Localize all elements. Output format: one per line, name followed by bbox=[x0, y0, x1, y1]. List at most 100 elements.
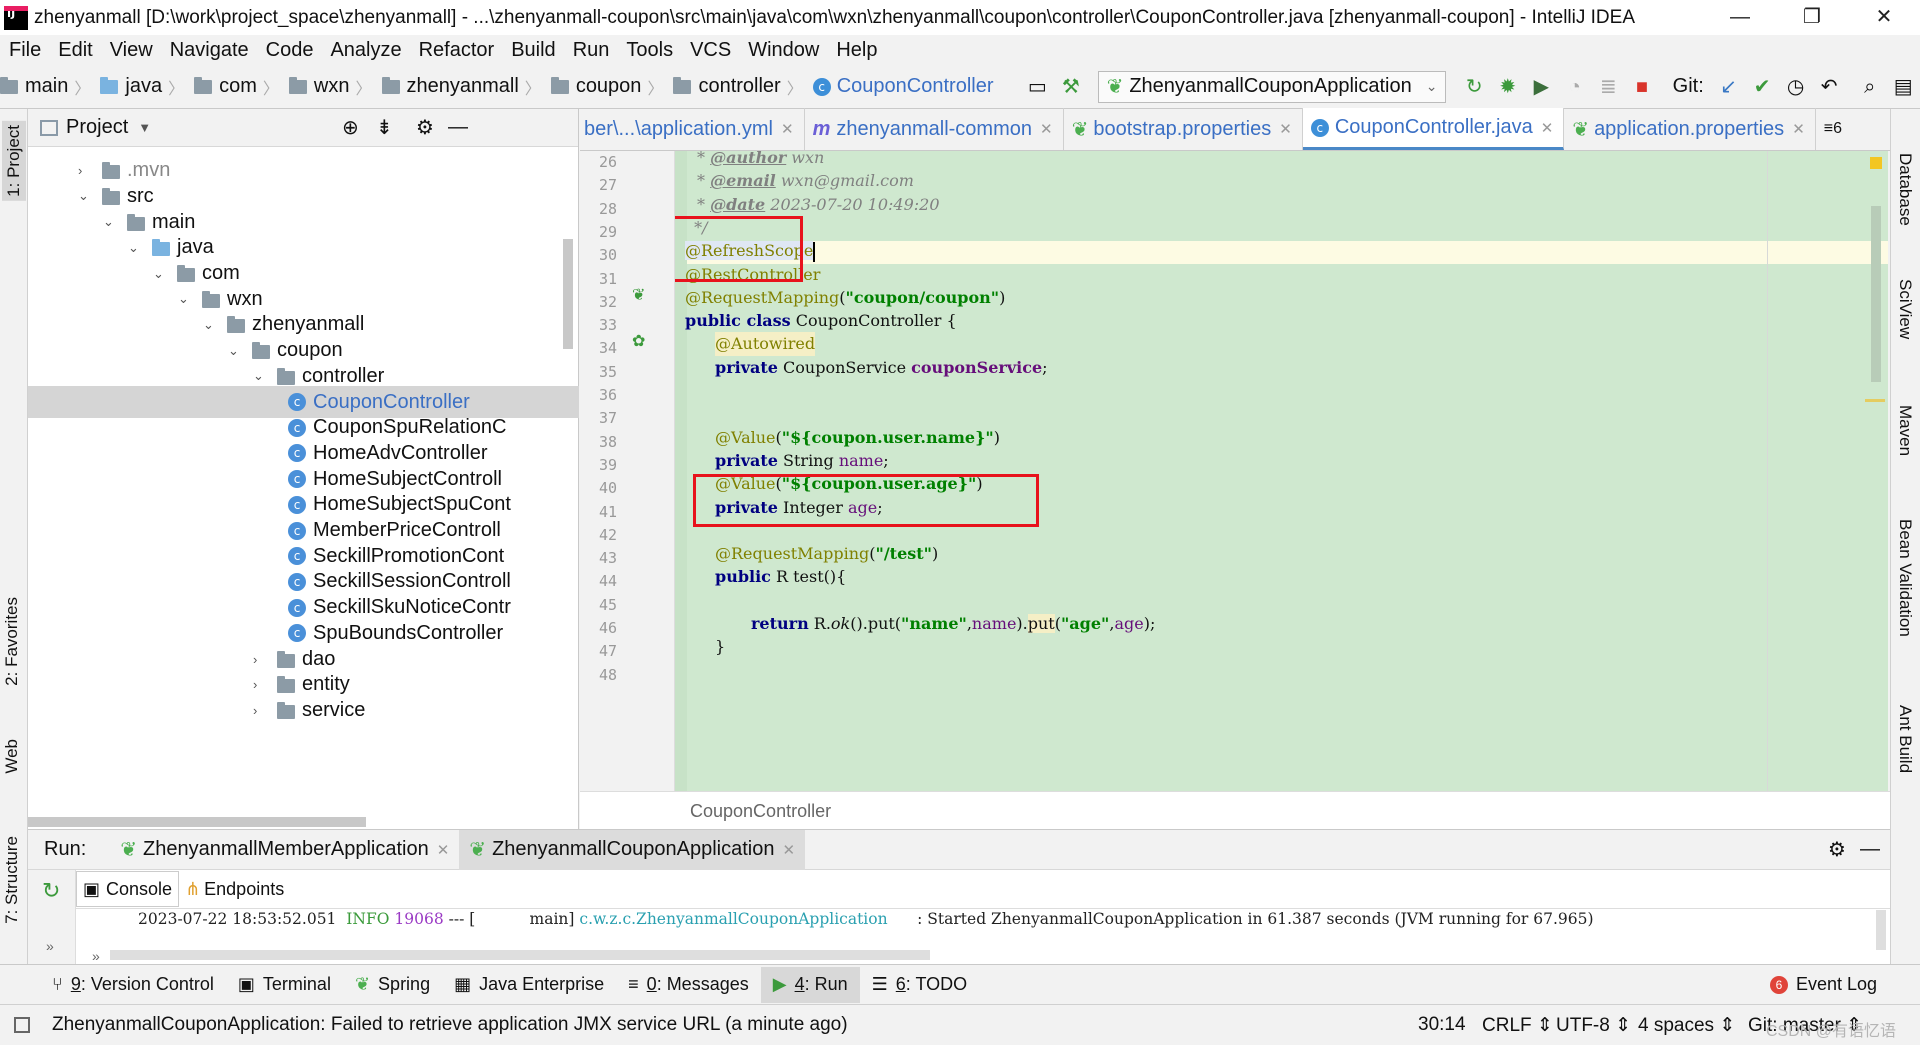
gear-icon[interactable]: ⚙ bbox=[1828, 837, 1846, 862]
console-vscrollbar[interactable] bbox=[1876, 910, 1886, 950]
tab-zhenyanmall-common[interactable]: m zhenyanmall-common ✕ bbox=[805, 108, 1064, 150]
project-structure-icon[interactable]: ▭ bbox=[1028, 75, 1048, 99]
ant-build-tool-tab[interactable]: Ant Build bbox=[1895, 705, 1915, 773]
close-icon[interactable]: ✕ bbox=[781, 120, 794, 138]
structure-tool-tab[interactable]: 7: Structure bbox=[2, 836, 22, 924]
menu-code[interactable]: Code bbox=[266, 39, 314, 62]
database-tool-tab[interactable]: Database bbox=[1895, 153, 1915, 226]
sciview-tool-tab[interactable]: SciView bbox=[1895, 279, 1915, 339]
close-icon[interactable]: ✕ bbox=[437, 841, 450, 859]
chevron-down-icon[interactable]: ⌄ bbox=[103, 214, 117, 230]
crumb-current-class[interactable]: c CouponController bbox=[812, 75, 994, 98]
chevron-right-icon[interactable]: › bbox=[253, 703, 267, 718]
menu-help[interactable]: Help bbox=[836, 39, 877, 62]
crumb-com[interactable]: com 〉 bbox=[194, 75, 279, 99]
java-enterprise-tool[interactable]: ▦ Java Enterprise bbox=[442, 967, 616, 1003]
gear-icon[interactable]: ⚙ bbox=[416, 115, 434, 140]
terminal-tool[interactable]: ▣ Terminal bbox=[226, 967, 343, 1003]
search-icon[interactable]: ⌕ bbox=[1860, 75, 1880, 99]
more-icon[interactable]: » bbox=[46, 938, 54, 954]
bean-validation-tool-tab[interactable]: Bean Validation bbox=[1895, 519, 1915, 637]
close-icon[interactable]: ✕ bbox=[1279, 120, 1292, 138]
run-configuration-select[interactable]: ❦ ZhenyanmallCouponApplication ⌄ bbox=[1097, 70, 1447, 103]
close-button[interactable]: ✕ bbox=[1848, 0, 1920, 35]
project-view-select[interactable]: Project bbox=[66, 116, 128, 139]
more-icon[interactable]: » bbox=[92, 948, 100, 964]
menu-refactor[interactable]: Refactor bbox=[419, 39, 495, 62]
file-encoding[interactable]: UTF-8 ⇕ bbox=[1556, 1014, 1631, 1037]
chevron-down-icon[interactable]: ⌄ bbox=[153, 266, 167, 282]
crumb-wxn[interactable]: wxn 〉 bbox=[288, 75, 372, 99]
minimize-button[interactable]: — bbox=[1704, 0, 1776, 35]
menu-build[interactable]: Build bbox=[511, 39, 555, 62]
menu-edit[interactable]: Edit bbox=[58, 39, 92, 62]
chevron-right-icon[interactable]: › bbox=[78, 163, 92, 178]
rerun-icon[interactable]: ↻ bbox=[1464, 75, 1484, 99]
rerun-icon[interactable]: ↻ bbox=[42, 878, 60, 904]
collapse-icon[interactable]: ⇟ bbox=[376, 115, 393, 140]
git-rollback-icon[interactable]: ↶ bbox=[1819, 75, 1839, 99]
caret-position[interactable]: 30:14 bbox=[1418, 1014, 1466, 1036]
chevron-down-icon[interactable]: ⌄ bbox=[253, 368, 267, 384]
tab-overflow-button[interactable]: ≡6 bbox=[1816, 108, 1850, 150]
menu-vcs[interactable]: VCS bbox=[690, 39, 731, 62]
crumb-main[interactable]: main 〉 bbox=[0, 75, 90, 99]
breadcrumb-class[interactable]: CouponController bbox=[690, 801, 831, 822]
menu-file[interactable]: File bbox=[9, 39, 41, 62]
autowired-gutter-icon[interactable]: ✿ bbox=[632, 331, 645, 351]
stop-icon[interactable]: ■ bbox=[1632, 75, 1652, 99]
tab-coupon-controller[interactable]: c CouponController.java ✕ bbox=[1302, 108, 1565, 150]
chevron-down-icon[interactable]: ⌄ bbox=[128, 240, 142, 256]
chevron-right-icon[interactable]: › bbox=[253, 652, 267, 667]
profile-icon[interactable]: ◔ bbox=[1565, 75, 1585, 99]
menu-view[interactable]: View bbox=[110, 39, 153, 62]
editor-scrollbar[interactable] bbox=[1871, 206, 1881, 382]
hide-icon[interactable]: — bbox=[1860, 838, 1880, 861]
crumb-controller[interactable]: controller 〉 bbox=[673, 75, 803, 99]
debug-icon[interactable]: ✹ bbox=[1498, 75, 1518, 99]
menu-navigate[interactable]: Navigate bbox=[170, 39, 249, 62]
console-hscrollbar[interactable] bbox=[110, 950, 930, 960]
close-icon[interactable]: ✕ bbox=[1792, 120, 1805, 138]
close-icon[interactable]: ✕ bbox=[782, 841, 795, 859]
project-settings-icon[interactable]: ▤ bbox=[1893, 75, 1913, 99]
build-hammer-icon[interactable]: ⚒ bbox=[1061, 75, 1081, 99]
spring-tool[interactable]: ❦ Spring bbox=[343, 967, 442, 1003]
menu-tools[interactable]: Tools bbox=[626, 39, 673, 62]
version-control-tool[interactable]: ⑂ 9: Version Control bbox=[40, 967, 226, 1003]
web-tool-tab[interactable]: Web bbox=[2, 739, 22, 774]
crumb-zhenyanmall[interactable]: zhenyanmall 〉 bbox=[381, 75, 541, 99]
run-tool[interactable]: ▶ 4: Run bbox=[760, 966, 860, 1003]
status-toggle-icon[interactable] bbox=[14, 1017, 30, 1033]
run-tab-coupon[interactable]: ❦ ZhenyanmallCouponApplication ✕ bbox=[459, 829, 806, 870]
git-history-icon[interactable]: ◷ bbox=[1786, 75, 1806, 99]
favorites-tool-tab[interactable]: 2: Favorites bbox=[2, 597, 22, 686]
locate-icon[interactable]: ⊕ bbox=[342, 115, 359, 140]
status-message[interactable]: ZhenyanmallCouponApplication: Failed to … bbox=[52, 1014, 848, 1036]
project-tool-tab[interactable]: 1: Project bbox=[2, 121, 26, 201]
run-tab-member[interactable]: ❦ ZhenyanmallMemberApplication ✕ bbox=[110, 830, 459, 870]
close-icon[interactable]: ✕ bbox=[1541, 119, 1554, 137]
hide-icon[interactable]: — bbox=[448, 116, 468, 139]
chevron-down-icon[interactable]: ▼ bbox=[138, 120, 151, 135]
line-separator[interactable]: CRLF ⇕ bbox=[1482, 1014, 1553, 1037]
tab-application-yml[interactable]: ber\...\application.yml ✕ bbox=[580, 108, 805, 150]
messages-tool[interactable]: ≡ 0: Messages bbox=[616, 967, 761, 1003]
chevron-down-icon[interactable]: ⌄ bbox=[203, 317, 217, 333]
indent-setting[interactable]: 4 spaces ⇕ bbox=[1638, 1014, 1735, 1037]
tab-application-properties[interactable]: ❦ application.properties ✕ bbox=[1564, 108, 1816, 150]
menu-analyze[interactable]: Analyze bbox=[330, 39, 401, 62]
console-tab[interactable]: ▣ Console bbox=[76, 871, 180, 907]
tree-scrollbar[interactable] bbox=[563, 239, 573, 349]
restore-button[interactable]: ❐ bbox=[1776, 0, 1848, 35]
git-commit-icon[interactable]: ✔ bbox=[1752, 75, 1772, 99]
menu-window[interactable]: Window bbox=[748, 39, 819, 62]
close-icon[interactable]: ✕ bbox=[1040, 120, 1053, 138]
tree-hscrollbar[interactable] bbox=[28, 817, 366, 827]
tab-bootstrap-properties[interactable]: ❦ bootstrap.properties ✕ bbox=[1064, 108, 1303, 150]
chevron-down-icon[interactable]: ⌄ bbox=[228, 343, 242, 359]
git-update-icon[interactable]: ↙ bbox=[1719, 75, 1739, 99]
menu-run[interactable]: Run bbox=[573, 39, 610, 62]
crumb-coupon[interactable]: coupon 〉 bbox=[550, 75, 663, 99]
spring-bean-gutter-icon[interactable]: ❦ bbox=[632, 285, 645, 305]
